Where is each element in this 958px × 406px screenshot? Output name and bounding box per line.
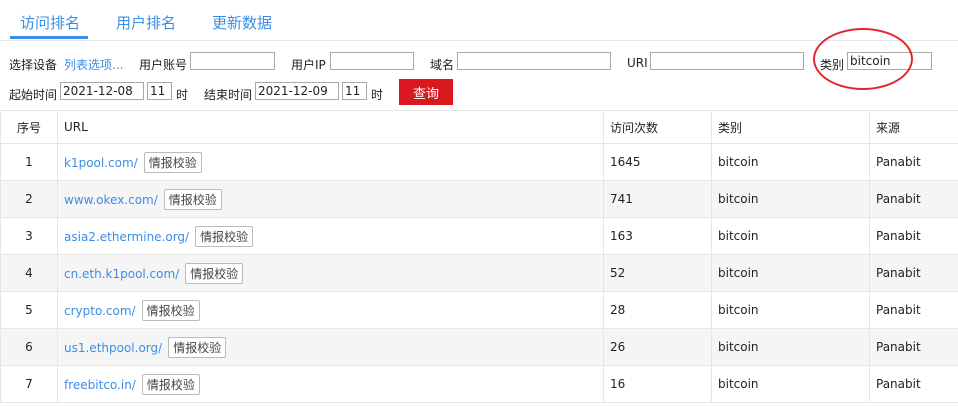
start-time-label: 起始时间 xyxy=(9,88,58,102)
verify-button[interactable]: 情报校验 xyxy=(141,373,200,395)
url-link[interactable]: www.okex.com/ xyxy=(64,193,158,207)
start-date-input[interactable] xyxy=(60,82,144,100)
row-count: 1645 xyxy=(603,143,712,181)
ip-input[interactable] xyxy=(330,52,414,70)
row-count: 163 xyxy=(603,217,712,255)
row-url-cell: us1.ethpool.org/情报校验 xyxy=(57,328,604,366)
start-hour-input[interactable] xyxy=(147,82,172,100)
end-time-label: 结束时间 xyxy=(204,88,253,102)
verify-button[interactable]: 情报校验 xyxy=(163,188,222,210)
url-link[interactable]: us1.ethpool.org/ xyxy=(64,341,162,355)
tab-update-data[interactable]: 更新数据 xyxy=(212,12,272,33)
table-row: 3 asia2.ethermine.org/情报校验 163 bitcoin P… xyxy=(0,217,958,255)
row-category: bitcoin xyxy=(711,291,870,329)
row-count: 28 xyxy=(603,291,712,329)
category-label: 类别 xyxy=(820,58,845,72)
row-source: Panabit xyxy=(869,291,958,329)
domain-label: 域名 xyxy=(430,58,455,72)
uri-label: URI xyxy=(627,56,648,70)
table-row: 6 us1.ethpool.org/情报校验 26 bitcoin Panabi… xyxy=(0,328,958,366)
query-button[interactable]: 查询 xyxy=(399,79,453,105)
row-source: Panabit xyxy=(869,143,958,181)
verify-button[interactable]: 情报校验 xyxy=(168,336,227,358)
row-url-cell: cn.eth.k1pool.com/情报校验 xyxy=(57,254,604,292)
header-category[interactable]: 类别 xyxy=(711,110,870,144)
ip-label: 用户IP xyxy=(291,58,326,72)
url-link[interactable]: cn.eth.k1pool.com/ xyxy=(64,267,179,281)
end-date-input[interactable] xyxy=(255,82,339,100)
start-hour-unit: 时 xyxy=(176,88,189,102)
row-no: 7 xyxy=(0,365,58,403)
table-header-row: 序号 URL 访问次数 类别 来源 xyxy=(0,110,958,144)
row-no: 3 xyxy=(0,217,58,255)
device-select-link[interactable]: 列表选项... xyxy=(64,56,123,73)
row-category: bitcoin xyxy=(711,254,870,292)
url-link[interactable]: crypto.com/ xyxy=(64,304,136,318)
category-input[interactable] xyxy=(847,52,932,70)
row-no: 4 xyxy=(0,254,58,292)
tab-visit-ranking[interactable]: 访问排名 xyxy=(20,12,80,33)
row-source: Panabit xyxy=(869,365,958,403)
table-row: 2 www.okex.com/情报校验 741 bitcoin Panabit xyxy=(0,180,958,218)
row-category: bitcoin xyxy=(711,217,870,255)
row-category: bitcoin xyxy=(711,143,870,181)
header-no: 序号 xyxy=(0,110,58,144)
row-count: 741 xyxy=(603,180,712,218)
url-link[interactable]: k1pool.com/ xyxy=(64,156,138,170)
tab-bar: 访问排名 用户排名 更新数据 xyxy=(0,0,958,41)
filter-row-2: 起始时间 时 结束时间 时 查询 xyxy=(0,79,958,106)
verify-button[interactable]: 情报校验 xyxy=(195,225,254,247)
row-count: 26 xyxy=(603,328,712,366)
account-input[interactable] xyxy=(190,52,275,70)
row-url-cell: asia2.ethermine.org/情报校验 xyxy=(57,217,604,255)
row-url-cell: crypto.com/情报校验 xyxy=(57,291,604,329)
results-table: 序号 URL 访问次数 类别 来源 1 k1pool.com/情报校验 1645… xyxy=(0,110,958,403)
row-source: Panabit xyxy=(869,217,958,255)
uri-input[interactable] xyxy=(650,52,804,70)
filter-row-1: 选择设备 列表选项... 用户账号 用户IP 域名 URI 类别 xyxy=(0,52,958,76)
url-link[interactable]: asia2.ethermine.org/ xyxy=(64,230,189,244)
table-row: 5 crypto.com/情报校验 28 bitcoin Panabit xyxy=(0,291,958,329)
header-url[interactable]: URL xyxy=(57,110,604,144)
account-label: 用户账号 xyxy=(139,58,188,72)
row-url-cell: k1pool.com/情报校验 xyxy=(57,143,604,181)
row-url-cell: www.okex.com/情报校验 xyxy=(57,180,604,218)
row-no: 6 xyxy=(0,328,58,366)
verify-button[interactable]: 情报校验 xyxy=(141,299,200,321)
verify-button[interactable]: 情报校验 xyxy=(143,151,202,173)
end-hour-unit: 时 xyxy=(371,88,384,102)
row-count: 52 xyxy=(603,254,712,292)
end-hour-input[interactable] xyxy=(342,82,367,100)
row-category: bitcoin xyxy=(711,328,870,366)
table-row: 7 freebitco.in/情报校验 16 bitcoin Panabit xyxy=(0,365,958,403)
row-source: Panabit xyxy=(869,254,958,292)
url-link[interactable]: freebitco.in/ xyxy=(64,378,136,392)
row-category: bitcoin xyxy=(711,365,870,403)
row-category: bitcoin xyxy=(711,180,870,218)
header-count[interactable]: 访问次数 xyxy=(603,110,712,144)
row-no: 5 xyxy=(0,291,58,329)
header-source[interactable]: 来源 xyxy=(869,110,958,144)
device-label: 选择设备 xyxy=(9,58,58,72)
row-count: 16 xyxy=(603,365,712,403)
active-tab-indicator xyxy=(10,36,88,39)
row-source: Panabit xyxy=(869,180,958,218)
row-no: 1 xyxy=(0,143,58,181)
verify-button[interactable]: 情报校验 xyxy=(185,262,244,284)
row-no: 2 xyxy=(0,180,58,218)
table-row: 1 k1pool.com/情报校验 1645 bitcoin Panabit xyxy=(0,143,958,181)
table-row: 4 cn.eth.k1pool.com/情报校验 52 bitcoin Pana… xyxy=(0,254,958,292)
row-source: Panabit xyxy=(869,328,958,366)
row-url-cell: freebitco.in/情报校验 xyxy=(57,365,604,403)
domain-input[interactable] xyxy=(457,52,611,70)
tab-user-ranking[interactable]: 用户排名 xyxy=(116,12,176,33)
